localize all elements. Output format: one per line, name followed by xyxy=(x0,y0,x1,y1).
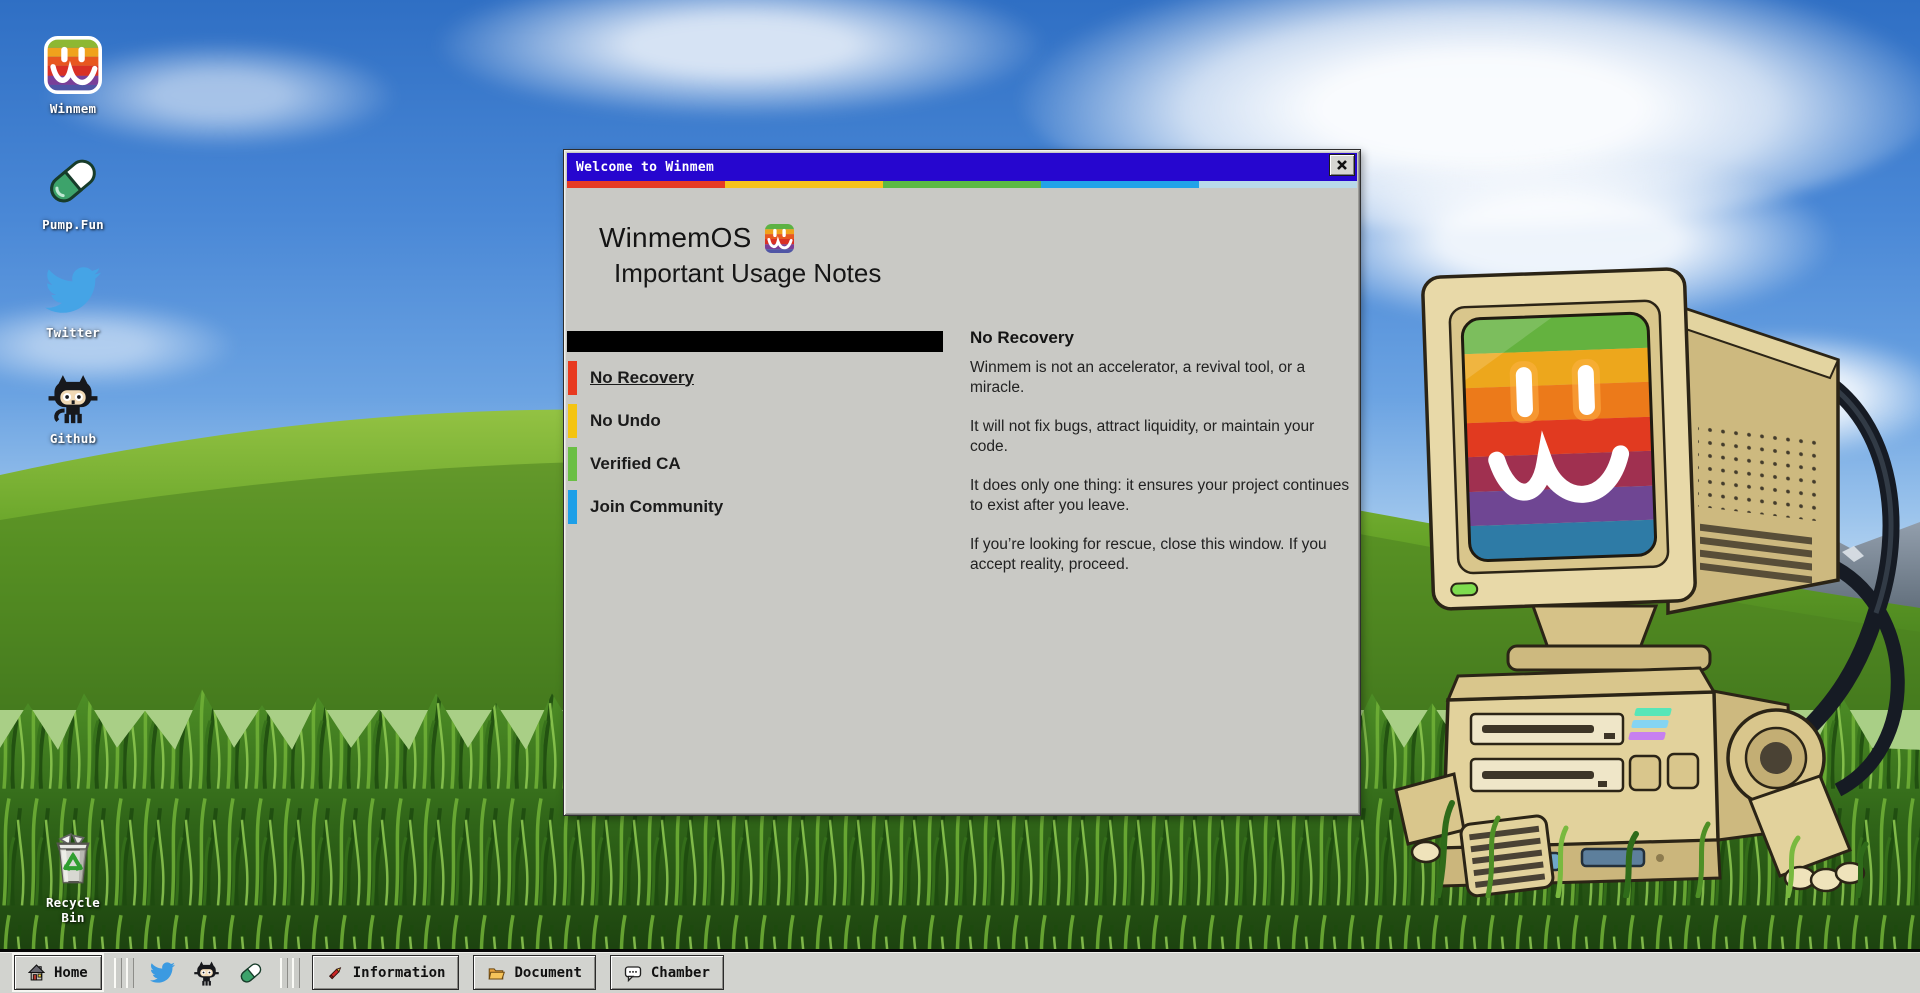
blue-accent-bar xyxy=(568,490,577,524)
folder-icon xyxy=(487,964,505,982)
desktop-wallpaper: Winmem Pump.Fun Twitter xyxy=(0,0,1920,993)
document-button-label: Document xyxy=(514,965,581,981)
desktop-icon-winmem[interactable]: Winmem xyxy=(34,34,112,116)
menu-item-no-recovery[interactable]: No Recovery xyxy=(567,356,943,399)
dialog-titlebar[interactable]: Welcome to Winmem xyxy=(567,153,1357,181)
desktop-icon-label: Twitter xyxy=(34,325,112,340)
desktop-icon-pump-fun[interactable]: Pump.Fun xyxy=(34,150,112,232)
chamber-button-label: Chamber xyxy=(651,965,710,981)
rainbow-stripe xyxy=(567,181,1357,188)
menu-item-no-undo[interactable]: No Undo xyxy=(567,399,943,442)
document-button[interactable]: Document xyxy=(473,955,595,990)
desktop-icon-label: Github xyxy=(34,431,112,446)
taskbar: Home xyxy=(0,949,1920,993)
desktop-icon-github[interactable]: Github xyxy=(34,364,112,446)
pill-icon[interactable] xyxy=(238,960,264,986)
retro-computer-robot-illustration xyxy=(1368,228,1920,898)
taskbar-separator xyxy=(280,958,300,988)
chamber-button[interactable]: Chamber xyxy=(610,955,724,990)
winmem-logo-icon xyxy=(764,223,795,254)
twitter-icon[interactable] xyxy=(150,960,175,985)
taskbar-separator xyxy=(114,958,134,988)
welcome-dialog: Welcome to Winmem WinmemOS xyxy=(563,149,1361,816)
dialog-content: No Recovery Winmem is not an accelerator… xyxy=(970,328,1352,594)
winmem-icon xyxy=(34,34,112,94)
pencil-icon xyxy=(326,964,344,982)
github-icon[interactable] xyxy=(193,959,220,986)
yellow-accent-bar xyxy=(568,404,577,438)
desktop-icon-label: Pump.Fun xyxy=(34,217,112,232)
content-heading: No Recovery xyxy=(970,328,1352,348)
information-button-label: Information xyxy=(353,965,446,981)
information-button[interactable]: Information xyxy=(312,955,460,990)
cloud xyxy=(430,0,1050,120)
green-accent-bar xyxy=(568,447,577,481)
red-accent-bar xyxy=(568,361,577,395)
desktop-icon-recycle-bin[interactable]: Recycle Bin xyxy=(34,828,112,925)
dialog-menu: No Recovery No Undo Verified CA Join Com… xyxy=(567,331,943,528)
desktop-icon-twitter[interactable]: Twitter xyxy=(34,258,112,340)
menu-selection-bar xyxy=(567,331,943,352)
home-button[interactable]: Home xyxy=(14,955,102,990)
content-paragraph: It will not fix bugs, attract liquidity,… xyxy=(970,417,1352,456)
dialog-title: Welcome to Winmem xyxy=(567,160,714,175)
taskbar-tray xyxy=(150,959,264,986)
close-button[interactable] xyxy=(1329,154,1355,176)
dialog-subheading: Important Usage Notes xyxy=(614,258,881,289)
desktop-icon-label: Recycle Bin xyxy=(34,895,112,925)
home-button-label: Home xyxy=(54,965,88,981)
twitter-bird-icon xyxy=(34,258,112,318)
menu-item-join-community[interactable]: Join Community xyxy=(567,485,943,528)
speech-bubble-icon xyxy=(624,964,642,982)
content-paragraph: It does only one thing: it ensures your … xyxy=(970,476,1352,515)
content-paragraph: Winmem is not an accelerator, a revival … xyxy=(970,358,1352,397)
green-pill-icon xyxy=(34,150,112,210)
github-octocat-icon xyxy=(34,364,112,424)
desktop-icon-label: Winmem xyxy=(34,101,112,116)
menu-item-verified-ca[interactable]: Verified CA xyxy=(567,442,943,485)
close-icon xyxy=(1336,159,1348,171)
content-paragraph: If you’re looking for rescue, close this… xyxy=(970,535,1352,574)
dialog-heading: WinmemOS xyxy=(599,222,752,254)
home-icon xyxy=(28,964,45,981)
recycle-bin-icon xyxy=(34,828,112,888)
